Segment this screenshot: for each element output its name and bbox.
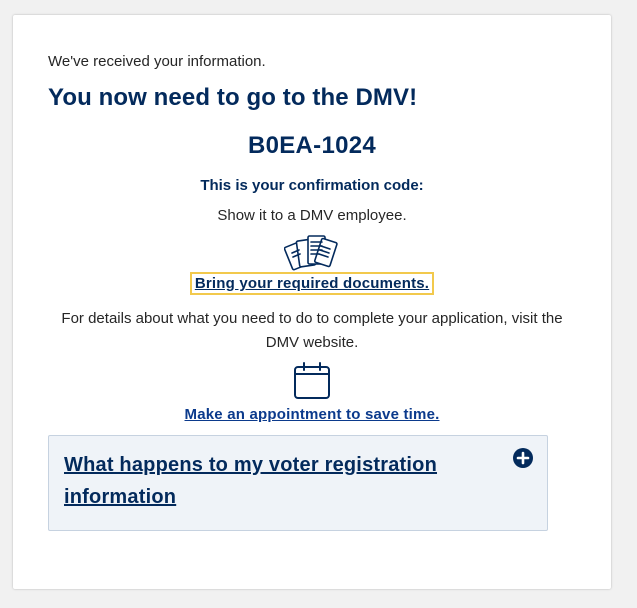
- confirmation-code-label: This is your confirmation code:: [200, 177, 424, 194]
- calendar-icon: [294, 362, 330, 399]
- details-text: For details about what you need to do to…: [61, 310, 563, 351]
- documents-icon: [284, 235, 338, 271]
- required-documents-link[interactable]: Bring your required documents.: [189, 272, 435, 295]
- voter-registration-accordion[interactable]: What happens to my voter registration in…: [48, 435, 548, 531]
- confirmation-card: We've received your information. You now…: [13, 15, 611, 589]
- plus-circle-icon[interactable]: [513, 448, 533, 468]
- make-appointment-link[interactable]: Make an appointment to save time.: [185, 406, 440, 423]
- intro-text: We've received your information.: [48, 53, 266, 70]
- show-employee-text: Show it to a DMV employee.: [217, 207, 407, 224]
- page-title: You now need to go to the DMV!: [48, 84, 418, 111]
- accordion-title[interactable]: What happens to my voter registration in…: [64, 449, 484, 513]
- confirmation-code: B0EA-1024: [247, 132, 377, 159]
